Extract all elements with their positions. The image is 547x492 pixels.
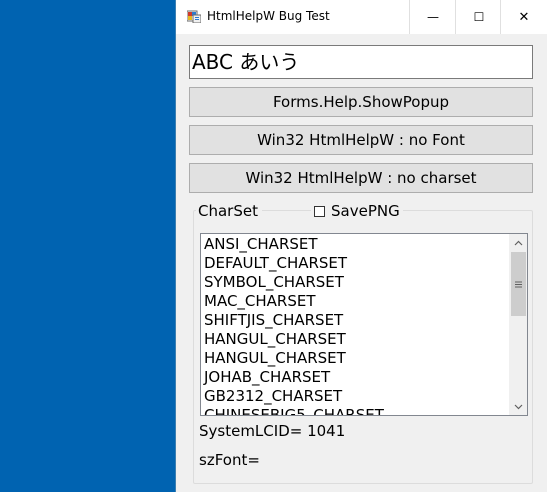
list-item[interactable]: GB2312_CHARSET — [204, 387, 384, 406]
app-window: HtmlHelpW Bug Test — ☐ ✕ ABC あいう Forms.H… — [175, 0, 547, 492]
listbox-scrollbar[interactable] — [509, 234, 527, 415]
savepng-checkbox[interactable]: SavePNG — [311, 202, 403, 220]
list-item[interactable]: JOHAB_CHARSET — [204, 368, 384, 387]
text-input[interactable]: ABC あいう — [189, 45, 533, 79]
minimize-icon: — — [427, 10, 439, 24]
list-item[interactable]: CHINESEBIG5_CHARSET — [204, 406, 384, 415]
htmlhelp-no-font-button[interactable]: Win32 HtmlHelpW : no Font — [189, 125, 533, 155]
list-item[interactable]: HANGUL_CHARSET — [204, 349, 384, 368]
charset-list: ANSI_CHARSET DEFAULT_CHARSET SYMBOL_CHAR… — [204, 235, 384, 415]
scroll-thumb[interactable] — [511, 252, 526, 316]
app-icon — [187, 10, 201, 23]
list-item[interactable]: SHIFTJIS_CHARSET — [204, 311, 384, 330]
title-bar[interactable]: HtmlHelpW Bug Test — ☐ ✕ — [176, 0, 547, 34]
window-title: HtmlHelpW Bug Test — [207, 9, 330, 23]
charset-listbox[interactable]: ANSI_CHARSET DEFAULT_CHARSET SYMBOL_CHAR… — [200, 233, 528, 416]
maximize-button[interactable]: ☐ — [456, 0, 502, 34]
checkbox-box[interactable] — [314, 205, 325, 217]
list-item[interactable]: ANSI_CHARSET — [204, 235, 384, 254]
szfont-label: szFont= — [199, 451, 260, 469]
charset-group-label: CharSet — [196, 202, 262, 220]
minimize-button[interactable]: — — [410, 0, 456, 34]
system-lcid-label: SystemLCID= 1041 — [199, 422, 346, 440]
htmlhelp-no-charset-button[interactable]: Win32 HtmlHelpW : no charset — [189, 163, 533, 193]
show-popup-button[interactable]: Forms.Help.ShowPopup — [189, 87, 533, 117]
list-item[interactable]: HANGUL_CHARSET — [204, 330, 384, 349]
list-item[interactable]: DEFAULT_CHARSET — [204, 254, 384, 273]
list-item[interactable]: MAC_CHARSET — [204, 292, 384, 311]
close-icon: ✕ — [518, 9, 530, 25]
savepng-label[interactable]: SavePNG — [331, 202, 400, 220]
chevron-down-icon — [514, 404, 523, 409]
list-item[interactable]: SYMBOL_CHARSET — [204, 273, 384, 292]
scroll-up-button[interactable] — [510, 234, 527, 251]
scroll-down-button[interactable] — [510, 398, 527, 415]
close-button[interactable]: ✕ — [501, 0, 547, 34]
chevron-up-icon — [514, 240, 523, 245]
maximize-icon: ☐ — [473, 10, 485, 24]
grip-icon — [515, 281, 522, 287]
